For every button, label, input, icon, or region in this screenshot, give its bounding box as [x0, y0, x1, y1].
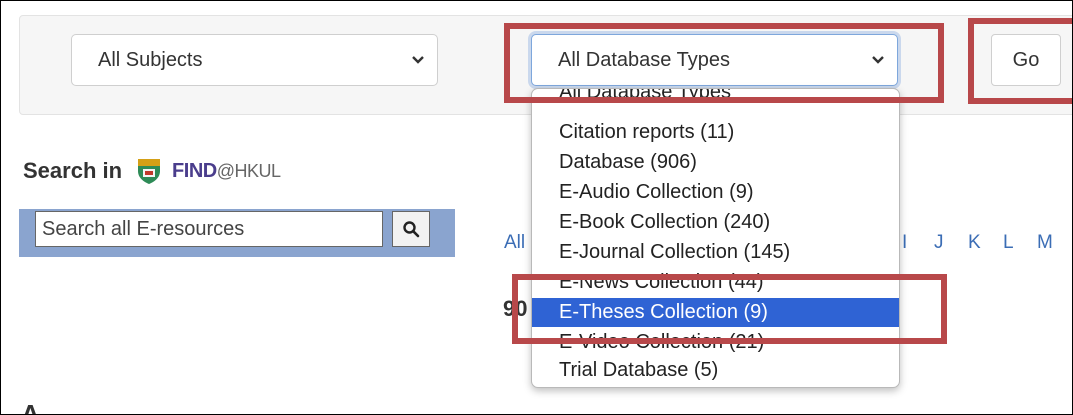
alphabet-link-l[interactable]: L [1003, 232, 1014, 254]
alphabet-link-j[interactable]: J [934, 232, 944, 254]
find-logo-text: FIND [172, 159, 217, 182]
dropdown-option-database[interactable]: Database (906) [532, 148, 899, 177]
dropdown-option-e-journal[interactable]: E-Journal Collection (145) [532, 238, 899, 267]
alphabet-link-all[interactable]: All [504, 232, 525, 254]
dropdown-option-e-book[interactable]: E-Book Collection (240) [532, 208, 899, 237]
page-frame: All Subjects All Database Types Go Searc… [0, 0, 1073, 415]
alphabet-link-i[interactable]: I [902, 232, 907, 254]
find-logo-suffix: @HKUL [216, 160, 281, 181]
alphabet-link-m[interactable]: M [1037, 232, 1053, 254]
alphabet-link-k[interactable]: K [968, 232, 981, 254]
subjects-select-value: All Subjects [98, 48, 203, 71]
section-letter-partial: A [21, 399, 40, 415]
highlight-database-types [504, 23, 944, 103]
search-button[interactable] [392, 211, 430, 247]
dropdown-option-citation-reports[interactable]: Citation reports (11) [532, 118, 899, 147]
subjects-select[interactable]: All Subjects [71, 34, 438, 86]
chevron-down-icon [399, 55, 437, 65]
search-input[interactable] [35, 211, 383, 247]
search-in-heading: Search in FIND@HKUL [23, 157, 281, 185]
search-in-label: Search in [23, 158, 123, 183]
dropdown-option-e-audio[interactable]: E-Audio Collection (9) [532, 178, 899, 207]
find-hkul-logo[interactable]: FIND@HKUL [172, 159, 281, 183]
search-icon [403, 221, 420, 238]
dropdown-option-trial-database[interactable]: Trial Database (5) [532, 356, 899, 385]
hku-crest-icon [138, 159, 161, 184]
highlight-e-theses-option [512, 274, 947, 344]
highlight-go-button [968, 18, 1072, 104]
